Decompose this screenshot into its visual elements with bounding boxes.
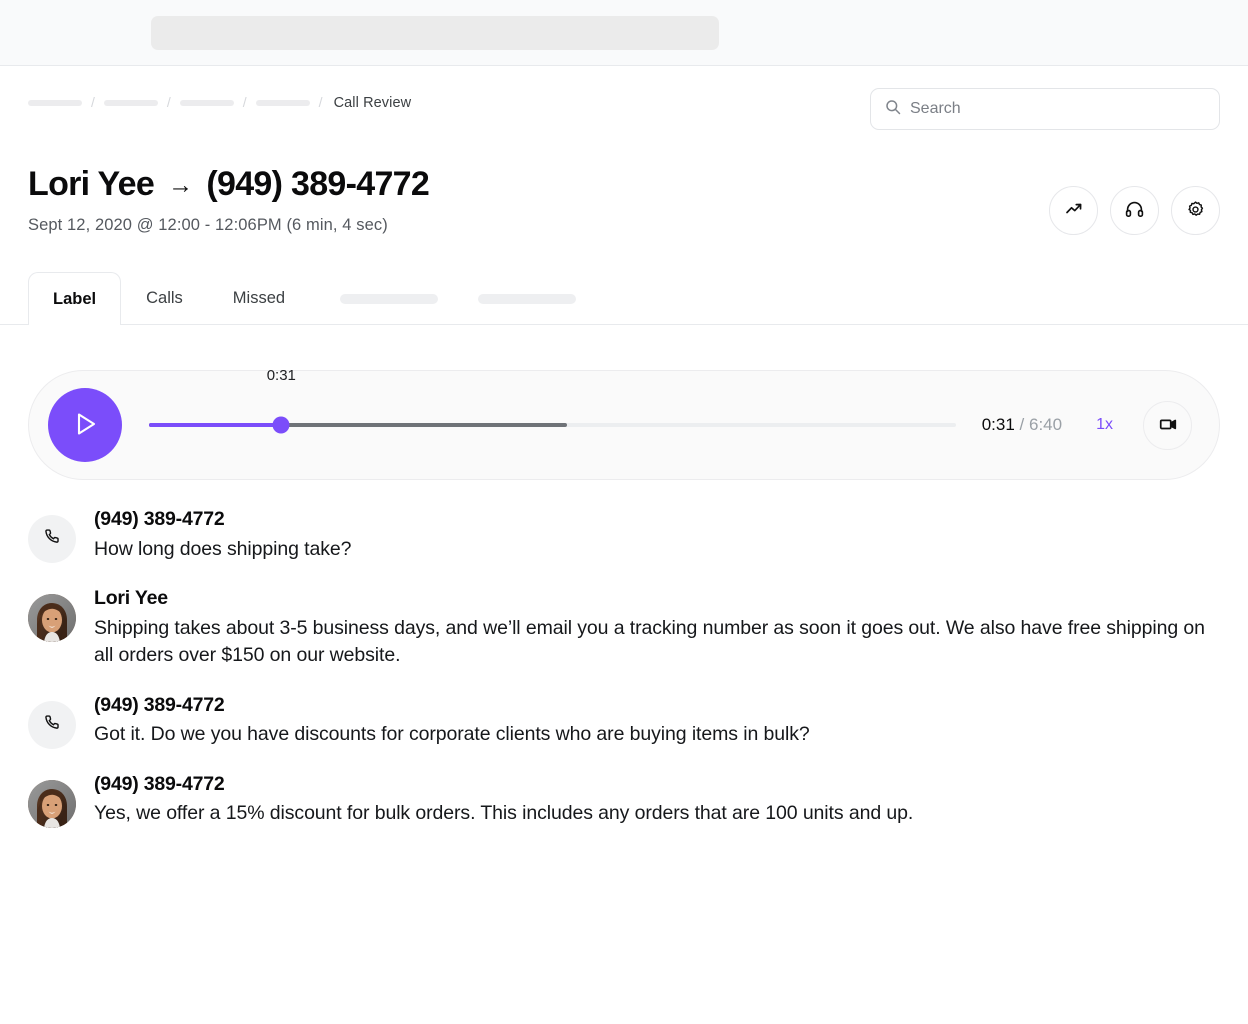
playback-speed-button[interactable]: 1x	[1096, 416, 1113, 434]
call-meta: Sept 12, 2020 @ 12:00 - 12:06PM (6 min, …	[28, 216, 388, 235]
settings-button[interactable]	[1171, 186, 1220, 235]
video-toggle-button[interactable]	[1143, 400, 1192, 450]
tab-missed[interactable]: Missed	[208, 272, 310, 324]
search-input[interactable]	[910, 100, 1205, 118]
transcript-body: Lori Yee Shipping takes about 3-5 busine…	[94, 585, 1220, 670]
transcript-row[interactable]: (949) 389-4772 Yes, we offer a 15% disco…	[28, 771, 1220, 829]
avatar	[28, 701, 76, 750]
transcript-text: How long does shipping take?	[94, 537, 352, 560]
header-actions	[1049, 186, 1220, 235]
play-button[interactable]	[48, 388, 122, 463]
transcript-speaker: (949) 389-4772	[94, 773, 225, 796]
avatar-photo	[28, 594, 76, 643]
page-title: Lori Yee → (949) 389-4772	[28, 165, 1220, 203]
transcript-speaker: (949) 389-4772	[94, 694, 225, 717]
breadcrumb-skeleton-1[interactable]	[28, 100, 82, 106]
breadcrumb-skeleton-4[interactable]	[255, 100, 310, 106]
callee-number: (949) 389-4772	[206, 165, 430, 203]
transcript-speaker: (949) 389-4772	[94, 508, 225, 531]
listen-button[interactable]	[1110, 186, 1159, 235]
transcript-body: (949) 389-4772 How long does shipping ta…	[94, 506, 1220, 563]
phone-icon	[43, 527, 62, 551]
progress-played	[149, 423, 282, 428]
tab-calls-text: Calls	[146, 289, 183, 308]
transcript-text: Shipping takes about 3-5 business days, …	[94, 616, 1205, 667]
browser-chrome	[0, 0, 1248, 66]
page-container: / / / / Call Review Lori Yee → (949) 389…	[0, 66, 1248, 829]
gear-icon	[1186, 200, 1205, 222]
avatar	[28, 515, 76, 564]
audio-player: 0:31 0:31 / 6:40 1x	[28, 367, 1220, 481]
phone-icon	[43, 713, 62, 737]
avatar	[28, 594, 76, 643]
breadcrumb-current: Call Review	[333, 95, 412, 111]
transcript-text: Got it. Do we you have discounts for cor…	[94, 723, 810, 746]
transcript-row[interactable]: (949) 389-4772 How long does shipping ta…	[28, 506, 1220, 564]
avatar	[28, 780, 76, 829]
progress-track-area[interactable]: 0:31	[149, 367, 956, 462]
transcript-row[interactable]: Lori Yee Shipping takes about 3-5 busine…	[28, 585, 1220, 670]
tab-skeleton-2[interactable]	[478, 294, 577, 305]
avatar-photo	[28, 780, 76, 829]
time-separator: /	[1019, 415, 1025, 435]
breadcrumb-separator-1: /	[91, 94, 95, 110]
tab-skeleton-1[interactable]	[340, 294, 439, 305]
transcript-speaker: Lori Yee	[94, 587, 168, 610]
current-time-bubble: 0:31	[266, 367, 296, 385]
url-bar-skeleton[interactable]	[151, 16, 719, 50]
tab-calls[interactable]: Calls	[121, 272, 208, 324]
search-box[interactable]	[870, 88, 1220, 130]
play-icon	[70, 408, 100, 443]
breadcrumb: / / / / Call Review	[28, 95, 411, 111]
tab-missed-text: Missed	[232, 289, 286, 308]
transcript-row[interactable]: (949) 389-4772 Got it. Do we you have di…	[28, 692, 1220, 750]
transcript-body: (949) 389-4772 Got it. Do we you have di…	[94, 692, 1220, 749]
title-block: Lori Yee → (949) 389-4772 Sept 12, 2020 …	[28, 165, 1220, 235]
tab-label-text: Label	[53, 289, 97, 308]
search-icon	[885, 99, 901, 120]
caller-name: Lori Yee	[28, 165, 155, 203]
video-camera-icon	[1158, 414, 1178, 437]
time-display: 0:31 / 6:40	[982, 415, 1062, 435]
breadcrumb-separator-3: /	[242, 94, 247, 110]
tab-label[interactable]: Label	[28, 272, 122, 326]
total-time: 6:40	[1029, 415, 1063, 435]
transcript-body: (949) 389-4772 Yes, we offer a 15% disco…	[94, 771, 1220, 828]
breadcrumb-skeleton-2[interactable]	[103, 100, 158, 106]
headphones-icon	[1124, 199, 1145, 223]
current-time: 0:31	[981, 415, 1015, 435]
breadcrumb-separator-2: /	[166, 94, 171, 110]
trending-up-icon	[1064, 199, 1084, 222]
analytics-button[interactable]	[1049, 186, 1098, 235]
progress-track[interactable]	[149, 416, 956, 434]
progress-thumb[interactable]	[272, 416, 290, 434]
arrow-right-icon: →	[168, 170, 193, 199]
tab-bar: Label Calls Missed	[0, 271, 1248, 326]
breadcrumb-skeleton-3[interactable]	[179, 100, 234, 106]
transcript-text: Yes, we offer a 15% discount for bulk or…	[94, 802, 914, 825]
transcript-list: (949) 389-4772 How long does shipping ta…	[28, 506, 1220, 829]
breadcrumb-separator-4: /	[318, 94, 323, 110]
